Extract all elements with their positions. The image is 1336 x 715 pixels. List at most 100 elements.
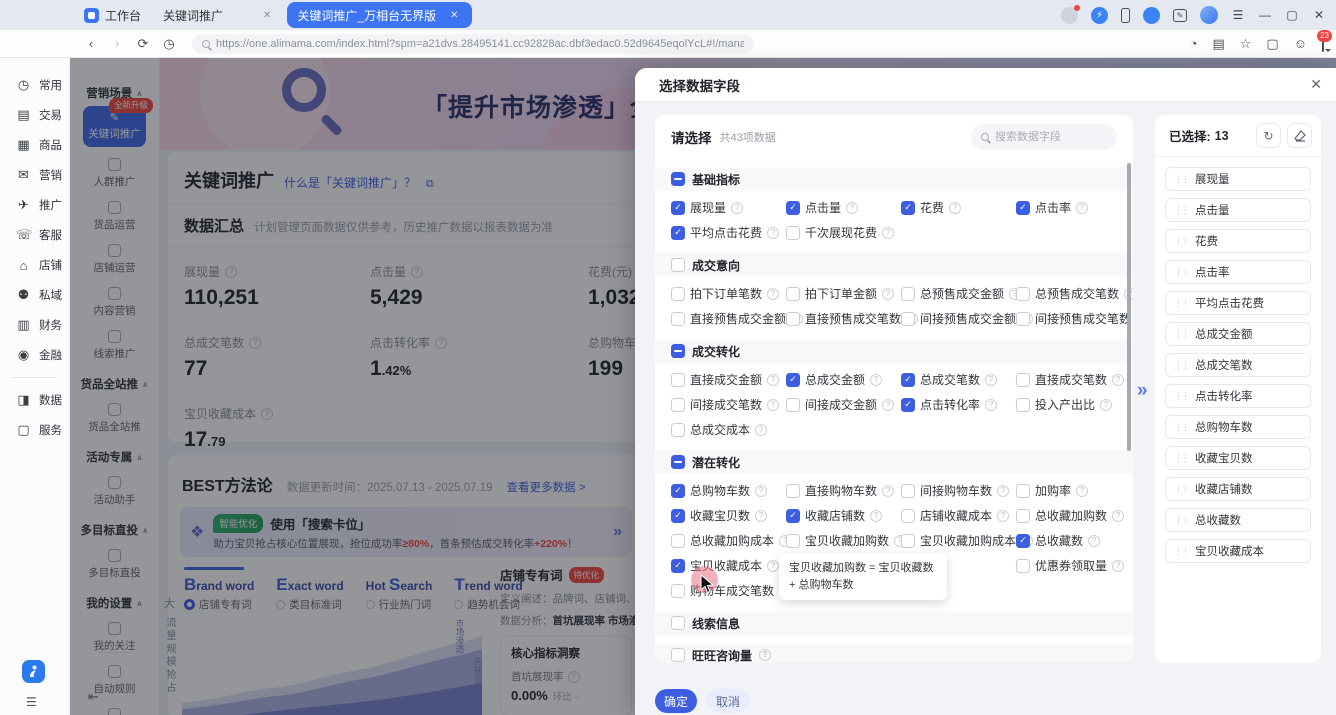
checkbox[interactable]: ✓: [671, 201, 685, 215]
drag-handle-icon[interactable]: ⋮⋮: [1174, 174, 1188, 185]
search-input[interactable]: [995, 131, 1100, 143]
window-maximize-icon[interactable]: ▢: [1285, 8, 1299, 22]
checkbox[interactable]: ✓: [786, 201, 800, 215]
checkbox[interactable]: [671, 312, 685, 326]
checkbox[interactable]: [671, 287, 685, 301]
smiley-icon[interactable]: ☺: [1294, 36, 1307, 51]
checkbox[interactable]: [901, 312, 915, 326]
checkbox[interactable]: [671, 534, 685, 548]
field-item-总购物车数[interactable]: ✓总购物车数?: [671, 478, 767, 503]
field-item-投入产出比[interactable]: 投入产出比?: [1016, 392, 1112, 417]
rail-item-金融[interactable]: ◉金融: [0, 340, 69, 370]
checkbox[interactable]: [1016, 312, 1030, 326]
checkbox[interactable]: ✓: [901, 201, 915, 215]
tab-close-icon[interactable]: ✕: [446, 10, 462, 21]
field-item-总成交金额[interactable]: ✓总成交金额?: [786, 367, 882, 392]
checkbox[interactable]: [1016, 287, 1030, 301]
field-item-间接成交笔数[interactable]: 间接成交笔数?: [671, 392, 779, 417]
forward-icon[interactable]: ›: [104, 36, 130, 51]
selected-field-总成交金额[interactable]: ⋮⋮总成交金额: [1165, 322, 1311, 346]
confirm-button[interactable]: 确定: [655, 689, 697, 713]
field-item-总收藏数[interactable]: ✓总收藏数?: [1016, 528, 1100, 553]
group-checkbox[interactable]: [671, 648, 685, 662]
group-checkbox[interactable]: [671, 258, 685, 272]
checkbox[interactable]: [901, 484, 915, 498]
tab-keyword-promo[interactable]: 关键词推广 ✕: [163, 7, 275, 24]
rail-item-交易[interactable]: ▤交易: [0, 100, 69, 130]
field-item-总成交成本[interactable]: 总成交成本?: [671, 417, 767, 442]
checkbox[interactable]: ✓: [671, 484, 685, 498]
tab-workbench[interactable]: 工作台: [84, 7, 141, 24]
app-logo[interactable]: [22, 660, 45, 683]
checkbox[interactable]: [671, 423, 685, 437]
messages-icon[interactable]: 23: [1322, 36, 1324, 51]
rail-item-私域[interactable]: ⚉私域: [0, 280, 69, 310]
speed-icon[interactable]: ◔: [1190, 36, 1198, 51]
rail-item-服务[interactable]: ▢服务: [0, 415, 69, 445]
field-item-直接预售成交金额[interactable]: 直接预售成交金额?: [671, 306, 803, 331]
drag-handle-icon[interactable]: ⋮⋮: [1174, 484, 1188, 495]
field-group-header-成交意向[interactable]: 成交意向: [655, 253, 1133, 277]
field-item-总预售成交金额[interactable]: 总预售成交金额?: [901, 281, 1021, 306]
checkbox[interactable]: [786, 287, 800, 301]
page-icon[interactable]: ▢: [1266, 36, 1278, 52]
field-item-收藏宝贝数[interactable]: ✓收藏宝贝数?: [671, 503, 767, 528]
user-avatar[interactable]: [1200, 6, 1218, 24]
field-item-间接购物车数[interactable]: 间接购物车数?: [901, 478, 1009, 503]
checkbox[interactable]: ✓: [671, 226, 685, 240]
field-item-点击量[interactable]: ✓点击量?: [786, 195, 858, 220]
checkbox[interactable]: [1016, 509, 1030, 523]
field-item-收藏店铺数[interactable]: ✓收藏店铺数?: [786, 503, 882, 528]
field-item-宝贝收藏加购数[interactable]: 宝贝收藏加购数?: [786, 528, 906, 553]
checkbox[interactable]: [671, 398, 685, 412]
field-item-点击率[interactable]: ✓点击率?: [1016, 195, 1088, 220]
field-item-总预售成交笔数[interactable]: 总预售成交笔数?: [1016, 281, 1133, 306]
field-item-宝贝收藏加购成本[interactable]: 宝贝收藏加购成本?: [901, 528, 1033, 553]
selected-field-总收藏数[interactable]: ⋮⋮总收藏数: [1165, 508, 1311, 532]
drag-handle-icon[interactable]: ⋮⋮: [1174, 515, 1188, 526]
field-item-店铺收藏成本[interactable]: 店铺收藏成本?: [901, 503, 1009, 528]
clear-selection-button[interactable]: [1287, 123, 1312, 148]
checkbox[interactable]: [1016, 398, 1030, 412]
scrollbar-thumb[interactable]: [1127, 163, 1131, 451]
field-item-总成交笔数[interactable]: ✓总成交笔数?: [901, 367, 997, 392]
field-item-加购率[interactable]: 加购率?: [1016, 478, 1088, 503]
collapse-panel-icon[interactable]: »: [1137, 380, 1148, 402]
checkbox[interactable]: [901, 287, 915, 301]
field-item-间接预售成交笔数[interactable]: 间接预售成交笔数?: [1016, 306, 1133, 331]
field-item-间接预售成交金额[interactable]: 间接预售成交金额?: [901, 306, 1033, 331]
checkbox[interactable]: ✓: [901, 373, 915, 387]
drag-handle-icon[interactable]: ⋮⋮: [1174, 453, 1188, 464]
field-group-header-线索信息[interactable]: 线索信息: [655, 611, 1133, 635]
field-item-宝贝收藏成本[interactable]: ✓宝贝收藏成本?: [671, 553, 779, 578]
selected-field-展现量[interactable]: ⋮⋮展现量: [1165, 167, 1311, 191]
rail-item-店铺[interactable]: ⌂店铺: [0, 250, 69, 280]
checkbox[interactable]: [901, 509, 915, 523]
modal-close-icon[interactable]: ✕: [1310, 76, 1322, 93]
checkbox[interactable]: [786, 226, 800, 240]
browser-menu-icon[interactable]: ☰: [1231, 8, 1245, 22]
checkbox[interactable]: [671, 373, 685, 387]
checkbox[interactable]: [1016, 484, 1030, 498]
reload-icon[interactable]: ⟳: [130, 36, 156, 52]
checkbox[interactable]: [1016, 559, 1030, 573]
favorite-star-icon[interactable]: ☆: [1240, 36, 1252, 52]
checkbox[interactable]: ✓: [901, 398, 915, 412]
selected-field-点击转化率[interactable]: ⋮⋮点击转化率: [1165, 384, 1311, 408]
rail-item-营销[interactable]: ✉营销: [0, 160, 69, 190]
field-item-拍下订单金额[interactable]: 拍下订单金额?: [786, 281, 894, 306]
cancel-button[interactable]: 取消: [707, 689, 749, 713]
field-search-box[interactable]: [971, 124, 1117, 150]
checkbox[interactable]: [1016, 373, 1030, 387]
field-item-花费[interactable]: ✓花费?: [901, 195, 961, 220]
drag-handle-icon[interactable]: ⋮⋮: [1174, 391, 1188, 402]
checkbox[interactable]: [901, 534, 915, 548]
rail-item-数据[interactable]: ◨数据: [0, 385, 69, 415]
field-item-直接预售成交笔数[interactable]: 直接预售成交笔数?: [786, 306, 918, 331]
back-icon[interactable]: ‹: [78, 36, 104, 51]
selected-field-花费[interactable]: ⋮⋮花费: [1165, 229, 1311, 253]
field-item-平均点击花费[interactable]: ✓平均点击花费?: [671, 220, 779, 245]
selected-field-总成交笔数[interactable]: ⋮⋮总成交笔数: [1165, 353, 1311, 377]
field-group-header-旺旺咨询量[interactable]: 旺旺咨询量?: [655, 643, 1133, 663]
field-item-优惠券领取量[interactable]: 优惠券领取量?: [1016, 553, 1124, 578]
